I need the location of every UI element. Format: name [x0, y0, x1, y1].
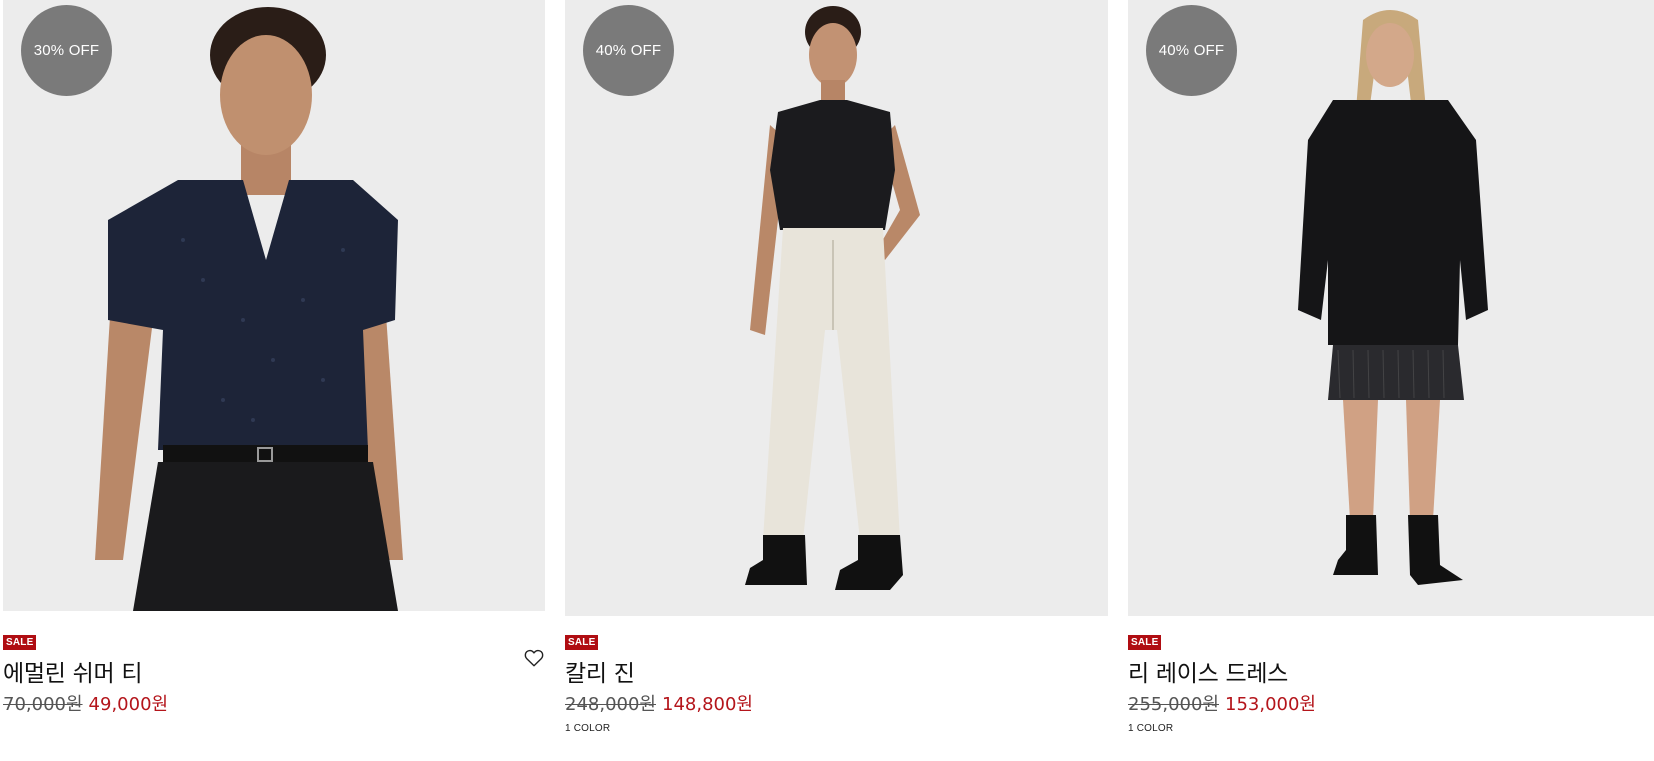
product-grid: 30% OFF SALE 에멀린 쉬머 티 70,000원 49,000원 40…: [0, 0, 1654, 761]
model-photo-white-jeans: [565, 0, 1108, 616]
product-image[interactable]: 40% OFF: [565, 0, 1108, 616]
product-name[interactable]: 리 레이스 드레스: [1128, 654, 1288, 688]
sale-price: 148,800원: [662, 694, 753, 715]
product-card[interactable]: 30% OFF SALE 에멀린 쉬머 티 70,000원 49,000원: [3, 0, 545, 715]
product-image[interactable]: 40% OFF: [1128, 0, 1654, 616]
product-name[interactable]: 칼리 진: [565, 654, 635, 688]
color-count: 1 COLOR: [565, 723, 611, 734]
sale-price: 153,000원: [1225, 694, 1316, 715]
product-card[interactable]: 40% OFF SALE 리 레이스 드레스 255,000원 153,000원 …: [1128, 0, 1654, 734]
sale-tag: SALE: [3, 635, 37, 650]
product-price: 70,000원 49,000원: [3, 690, 168, 716]
product-image[interactable]: 30% OFF: [3, 0, 545, 611]
wishlist-button[interactable]: [523, 647, 545, 669]
sale-tag: SALE: [1128, 635, 1162, 650]
discount-badge: 40% OFF: [1146, 5, 1237, 96]
original-price: 248,000원: [565, 694, 656, 715]
product-name[interactable]: 에멀린 쉬머 티: [3, 654, 142, 688]
original-price: 255,000원: [1128, 694, 1219, 715]
product-price: 255,000원 153,000원: [1128, 690, 1316, 716]
sale-tag: SALE: [565, 635, 599, 650]
heart-outline-icon: [524, 649, 544, 667]
discount-badge: 40% OFF: [583, 5, 674, 96]
product-price: 248,000원 148,800원: [565, 690, 753, 716]
original-price: 70,000원: [3, 694, 83, 715]
product-card[interactable]: 40% OFF SALE 칼리 진 248,000원 148,800원 1 COL…: [565, 0, 1108, 734]
sale-price: 49,000원: [88, 694, 169, 715]
color-count: 1 COLOR: [1128, 723, 1174, 734]
discount-badge: 30% OFF: [21, 5, 112, 96]
